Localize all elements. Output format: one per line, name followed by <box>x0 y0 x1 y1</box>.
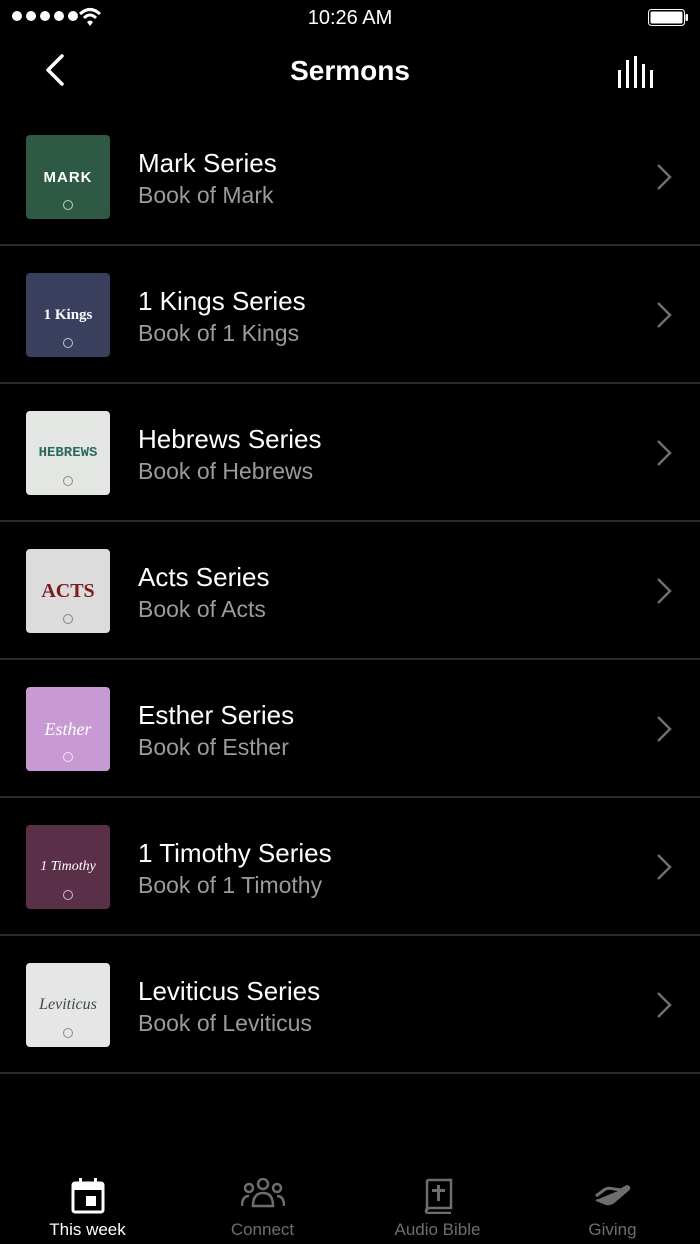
chevron-right-icon <box>657 578 672 604</box>
series-thumbnail: Leviticus <box>26 963 110 1047</box>
church-seal-icon <box>63 200 73 210</box>
status-bar: 10:26 AM <box>0 0 700 36</box>
chevron-right-icon <box>657 440 672 466</box>
giving-hand-icon <box>594 1184 630 1206</box>
tab-connect[interactable]: Connect <box>175 1152 350 1244</box>
thumbnail-title: HEBREWS <box>38 445 98 461</box>
series-row-1-timothy[interactable]: 1 Timothy 1 Timothy Series Book of 1 Tim… <box>0 798 700 936</box>
tab-label: Connect <box>230 1220 295 1239</box>
sermon-series-list: MARK Mark Series Book of Mark 1 Kings 1 … <box>0 108 700 1074</box>
church-seal-icon <box>63 1028 73 1038</box>
series-title: 1 Timothy Series <box>138 838 332 868</box>
series-title: Hebrews Series <box>138 424 322 454</box>
page-title: Sermons <box>290 55 410 86</box>
chevron-right-icon <box>657 992 672 1018</box>
thumbnail-title: Esther <box>44 718 92 739</box>
thumbnail-title: MARK <box>43 168 93 186</box>
tab-audio-bible[interactable]: Audio Bible <box>350 1152 525 1244</box>
tab-label: Audio Bible <box>394 1220 481 1239</box>
church-seal-icon <box>63 338 73 348</box>
series-subtitle: Book of Hebrews <box>138 458 314 484</box>
series-title: Esther Series <box>138 700 295 730</box>
chevron-right-icon <box>657 164 672 190</box>
series-title: Leviticus Series <box>138 976 321 1006</box>
thumbnail-title: 1 Kings <box>43 306 93 323</box>
thumbnail-title: Leviticus <box>39 996 97 1013</box>
navigation-bar: Sermons <box>0 36 700 108</box>
church-seal-icon <box>63 752 73 762</box>
bible-icon <box>424 1178 452 1214</box>
series-subtitle: Book of Acts <box>138 596 266 622</box>
series-subtitle: Book of 1 Timothy <box>138 872 323 898</box>
series-thumbnail: 1 Kings <box>26 273 110 357</box>
battery-icon <box>648 9 688 26</box>
thumbnail-title: ACTS <box>41 579 95 602</box>
series-row-esther[interactable]: Esther Esther Series Book of Esther <box>0 660 700 798</box>
series-title: 1 Kings Series <box>138 286 306 316</box>
chevron-right-icon <box>657 716 672 742</box>
audio-bars-icon[interactable] <box>616 56 658 88</box>
tab-label: Giving <box>588 1220 637 1239</box>
tab-bar: This week Connect Audio Bible Giving <box>0 1152 700 1244</box>
group-icon <box>240 1178 285 1208</box>
series-subtitle: Book of Esther <box>138 734 289 760</box>
series-thumbnail: ACTS <box>26 549 110 633</box>
series-row-leviticus[interactable]: Leviticus Leviticus Series Book of Levit… <box>0 936 700 1074</box>
series-row-1-kings[interactable]: 1 Kings 1 Kings Series Book of 1 Kings <box>0 246 700 384</box>
status-time: 10:26 AM <box>307 7 393 29</box>
calendar-icon <box>71 1178 104 1214</box>
chevron-right-icon <box>657 854 672 880</box>
series-thumbnail: 1 Timothy <box>26 825 110 909</box>
thumbnail-title: 1 Timothy <box>40 859 96 874</box>
series-subtitle: Book of Mark <box>138 182 274 208</box>
church-seal-icon <box>63 476 73 486</box>
series-title: Mark Series <box>138 148 277 178</box>
series-thumbnail: MARK <box>26 135 110 219</box>
series-subtitle: Book of Leviticus <box>138 1010 312 1036</box>
series-subtitle: Book of 1 Kings <box>138 320 300 346</box>
series-title: Acts Series <box>138 562 270 592</box>
church-seal-icon <box>63 614 73 624</box>
tab-this-week[interactable]: This week <box>0 1152 175 1244</box>
series-thumbnail: HEBREWS <box>26 411 110 495</box>
series-thumbnail: Esther <box>26 687 110 771</box>
series-row-hebrews[interactable]: HEBREWS Hebrews Series Book of Hebrews <box>0 384 700 522</box>
series-row-acts[interactable]: ACTS Acts Series Book of Acts <box>0 522 700 660</box>
tab-giving[interactable]: Giving <box>525 1152 700 1244</box>
church-seal-icon <box>63 890 73 900</box>
chevron-right-icon <box>657 302 672 328</box>
series-row-mark[interactable]: MARK Mark Series Book of Mark <box>0 108 700 246</box>
tab-label: This week <box>49 1220 126 1239</box>
